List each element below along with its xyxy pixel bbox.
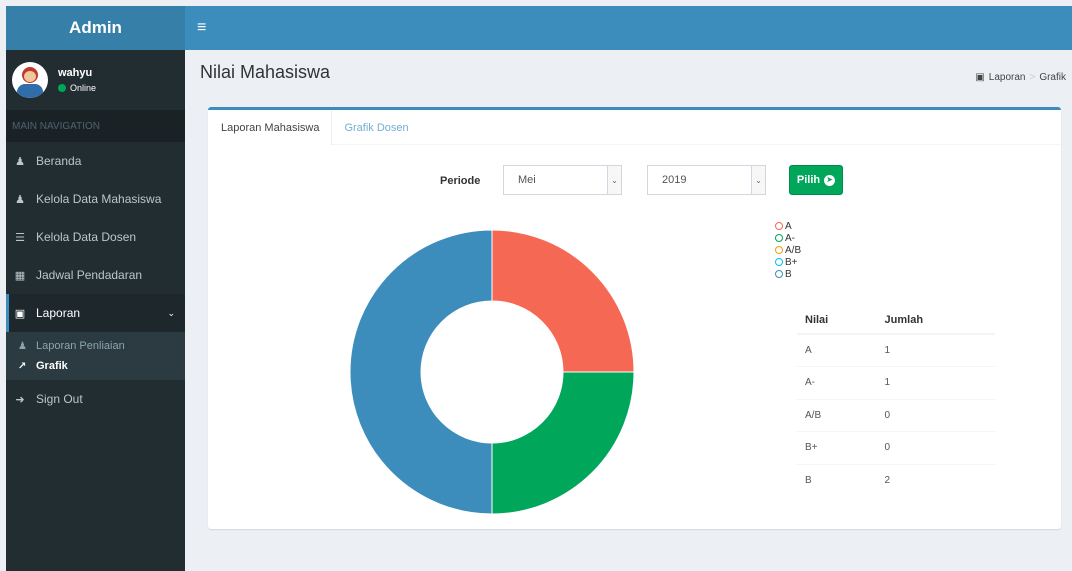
table-row: B+ 0	[797, 431, 995, 464]
legend-item[interactable]: A	[775, 220, 801, 232]
sidebar-item-label: Jadwal Pendadaran	[36, 268, 143, 282]
sidebar-item-label: Beranda	[36, 154, 82, 168]
legend-label: A	[785, 220, 792, 232]
laporan-submenu: ♟ Laporan Penliaian ↗ Grafik	[6, 332, 185, 380]
table-row: A1	[797, 333, 995, 367]
table-cell: 1	[876, 366, 995, 399]
sidebar-item-label: Laporan Penliaian	[36, 340, 125, 352]
table-header: Jumlah	[876, 306, 995, 335]
sidebar: wahyu Online MAIN NAVIGATION ♟ Beranda ♟…	[6, 50, 185, 571]
legend-marker-icon	[775, 246, 783, 254]
legend-label: B+	[785, 256, 798, 268]
table-cell: 0	[876, 398, 995, 432]
table-cell: A	[797, 333, 877, 367]
nilai-table: Nilai Jumlah A1 A- 1 A/B 0 B+ 0 B2	[797, 306, 995, 497]
main-box: Laporan Mahasiswa Grafik Dosen Periode M…	[208, 107, 1061, 529]
sidebar-item-signout[interactable]: ➜ Sign Out	[6, 380, 185, 418]
avatar	[12, 62, 48, 98]
sidebar-item-beranda[interactable]: ♟ Beranda	[6, 142, 185, 180]
breadcrumb-separator: >	[1029, 72, 1036, 83]
tab-grafik-dosen[interactable]: Grafik Dosen	[332, 110, 420, 145]
tab-laporan-mahasiswa[interactable]: Laporan Mahasiswa	[208, 110, 333, 145]
legend-marker-icon	[775, 270, 783, 278]
month-select-value: Mei	[518, 174, 536, 186]
legend-label: B	[785, 268, 792, 280]
sidebar-item-label: Kelola Data Dosen	[36, 230, 137, 244]
users-icon: ♟	[18, 340, 27, 352]
online-dot-icon	[58, 84, 66, 92]
breadcrumb-item: Grafik	[1039, 72, 1066, 83]
sidebar-item-label: Sign Out	[36, 392, 83, 406]
navbar: ≡	[185, 6, 1072, 50]
user-status: Online	[58, 83, 96, 93]
table-cell: 1	[876, 333, 995, 367]
sidebar-item-laporan[interactable]: ▣ Laporan ⌄	[6, 294, 185, 332]
user-name: wahyu	[58, 67, 93, 79]
sidebar-item-label: Kelola Data Mahasiswa	[36, 192, 162, 206]
legend-marker-icon	[775, 258, 783, 266]
pilih-button-label: Pilih	[796, 174, 821, 186]
donut-slice-b[interactable]	[349, 229, 493, 515]
menu-toggle-icon[interactable]: ≡	[197, 19, 206, 37]
users-icon: ♟	[15, 193, 25, 206]
sidebar-item-label: Grafik	[36, 360, 68, 372]
sidebar-item-kelola-dosen[interactable]: ☰ Kelola Data Dosen	[6, 218, 185, 256]
legend-item[interactable]: B+	[775, 256, 801, 268]
sidebar-item-grafik[interactable]: ↗ Grafik	[6, 356, 185, 376]
table-cell: 0	[876, 431, 995, 464]
nav-header: MAIN NAVIGATION	[6, 110, 185, 142]
table-row: B2	[797, 463, 995, 497]
legend-item[interactable]: A/B	[775, 244, 801, 256]
year-select-value: 2019	[662, 174, 687, 186]
table-cell: A-	[797, 366, 877, 399]
sign-out-icon: ➜	[15, 393, 25, 406]
arrow-right-icon: ➤	[824, 174, 836, 186]
sidebar-item-kelola-mahasiswa[interactable]: ♟ Kelola Data Mahasiswa	[6, 180, 185, 218]
chart-legend: A A- A/B B+ B	[775, 220, 801, 280]
table-row: A/B 0	[797, 398, 995, 432]
table-cell: B	[797, 463, 877, 497]
legend-item[interactable]: B	[775, 268, 801, 280]
table-row: A- 1	[797, 366, 995, 399]
table-header-row: Nilai Jumlah	[797, 306, 995, 335]
list-icon: ☰	[15, 231, 25, 244]
legend-label: A/B	[785, 244, 802, 256]
pilih-button[interactable]: Pilih ➤	[789, 165, 843, 195]
donut-slice-a-[interactable]	[491, 371, 635, 515]
book-icon: ▣	[975, 72, 985, 83]
breadcrumb-item[interactable]: Laporan	[989, 72, 1026, 83]
page-title: Nilai Mahasiswa	[200, 62, 331, 82]
calendar-icon: ▦	[14, 269, 26, 282]
table-cell: B+	[797, 431, 877, 464]
footer-strip	[200, 535, 1072, 571]
chevron-down-icon: ⌄	[167, 307, 175, 318]
table-cell: A/B	[797, 398, 877, 432]
breadcrumb: ▣ Laporan > Grafik	[975, 72, 1066, 83]
sidebar-item-laporan-penilaian[interactable]: ♟ Laporan Penliaian	[6, 336, 185, 356]
user-panel: wahyu Online	[6, 50, 185, 110]
donut-chart[interactable]	[349, 216, 635, 528]
tab-bar: Laporan Mahasiswa Grafik Dosen	[208, 110, 1061, 145]
periode-label: Periode	[440, 175, 481, 187]
legend-item[interactable]: A-	[775, 232, 801, 244]
brand-logo[interactable]: Admin	[6, 6, 185, 50]
line-chart-icon: ↗	[18, 360, 27, 372]
sidebar-item-jadwal[interactable]: ▦ Jadwal Pendadaran	[6, 256, 185, 294]
top-bar: Admin ≡	[6, 6, 1072, 50]
legend-label: A-	[785, 232, 795, 244]
chevron-down-icon: ⌄	[751, 166, 765, 194]
year-select[interactable]: 2019 ⌄	[647, 165, 766, 195]
book-icon: ▣	[14, 307, 26, 320]
sidebar-item-label: Laporan	[36, 306, 81, 320]
donut-slice-a[interactable]	[491, 229, 635, 373]
chevron-down-icon: ⌄	[607, 166, 621, 194]
table-header: Nilai	[797, 306, 877, 335]
user-icon: ♟	[15, 155, 25, 168]
table-cell: 2	[876, 463, 995, 497]
legend-marker-icon	[775, 234, 783, 242]
month-select[interactable]: Mei ⌄	[503, 165, 622, 195]
legend-marker-icon	[775, 222, 783, 230]
user-status-label: Online	[70, 83, 97, 93]
